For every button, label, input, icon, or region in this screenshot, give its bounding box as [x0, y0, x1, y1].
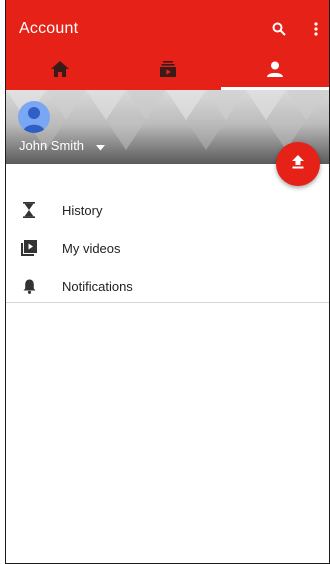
upload-icon — [292, 154, 304, 174]
upload-button[interactable] — [276, 142, 320, 186]
menu-item-label: Notifications — [62, 278, 133, 294]
video-library-icon — [19, 238, 39, 258]
tab-bar — [6, 52, 329, 90]
search-icon[interactable] — [268, 18, 290, 40]
caret-down-icon — [95, 139, 105, 154]
menu-item-notifications[interactable]: Notifications — [6, 267, 329, 305]
app-frame: Account John Smith History My videos Not… — [5, 0, 330, 564]
subscriptions-icon — [159, 60, 176, 82]
page-title: Account — [19, 20, 79, 37]
menu-item-label: History — [62, 202, 103, 218]
hourglass-icon — [19, 200, 39, 220]
menu-item-my-videos[interactable]: My videos — [6, 229, 329, 267]
more-vert-icon[interactable] — [305, 18, 327, 40]
avatar-person-icon — [23, 107, 45, 133]
home-icon — [50, 60, 69, 82]
account-icon — [267, 61, 284, 82]
user-name: John Smith — [19, 138, 85, 153]
avatar[interactable] — [18, 101, 50, 133]
tab-home[interactable] — [6, 52, 114, 90]
account-switcher[interactable]: John Smith — [19, 138, 105, 154]
bell-icon — [19, 276, 39, 296]
app-bar: Account — [6, 0, 329, 90]
account-menu: History My videos Notifications — [6, 191, 329, 305]
divider — [6, 302, 329, 303]
menu-item-label: My videos — [62, 240, 121, 256]
menu-item-history[interactable]: History — [6, 191, 329, 229]
tab-subscriptions[interactable] — [114, 52, 222, 90]
tab-account[interactable] — [221, 52, 329, 90]
